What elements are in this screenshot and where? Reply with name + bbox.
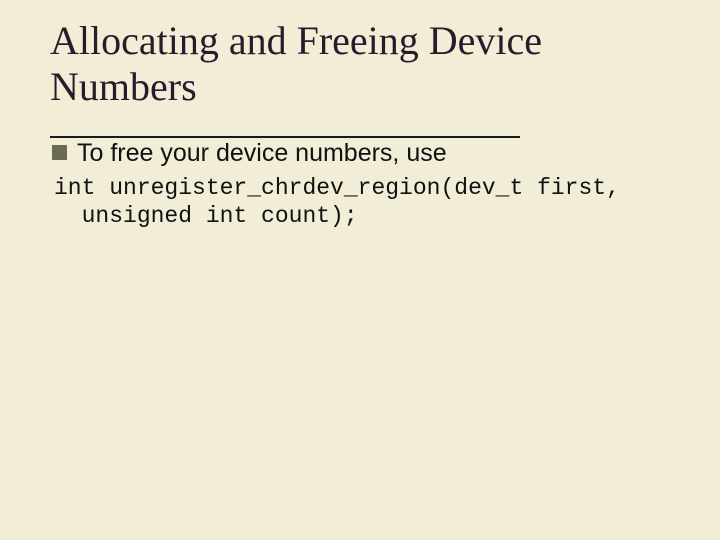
code-block: int unregister_chrdev_region(dev_t first… — [52, 175, 676, 230]
bullet-item: To free your device numbers, use — [52, 138, 676, 169]
slide-title: Allocating and Freeing Device Numbers — [50, 18, 676, 118]
slide: Allocating and Freeing Device Numbers To… — [0, 0, 720, 540]
slide-body: To free your device numbers, use int unr… — [50, 138, 676, 230]
bullet-text: To free your device numbers, use — [77, 138, 447, 169]
square-bullet-icon — [52, 145, 67, 160]
